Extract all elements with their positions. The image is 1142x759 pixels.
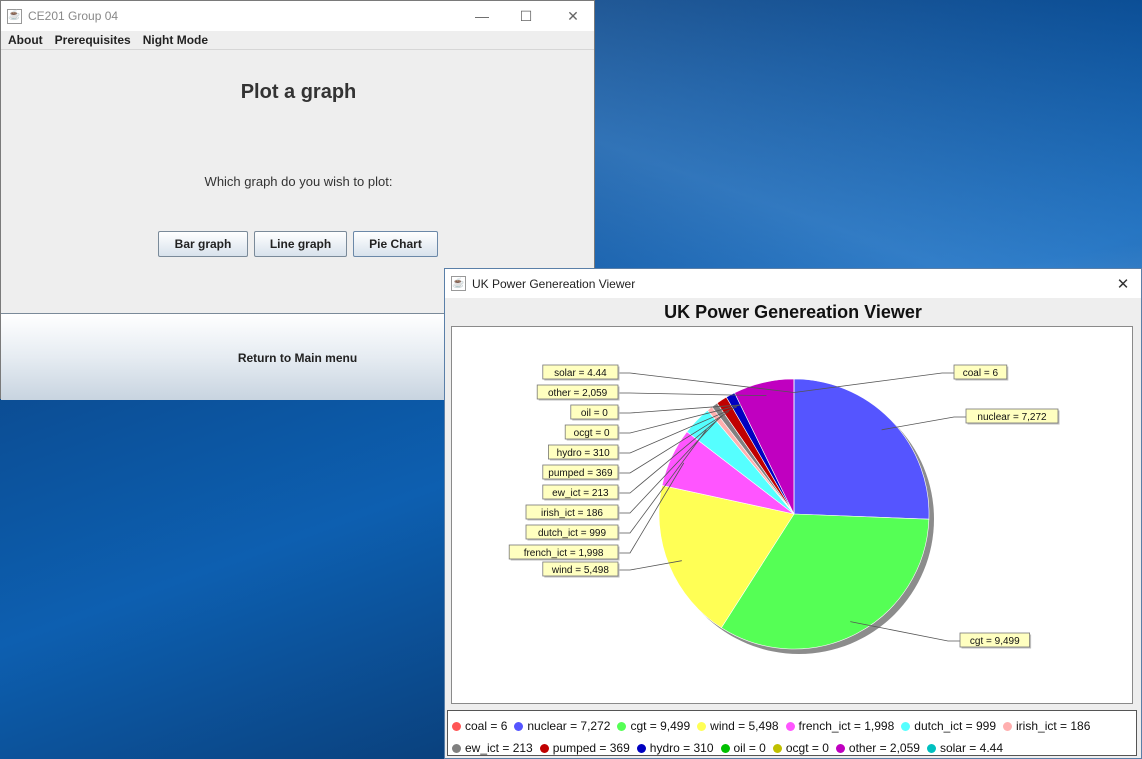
label-text-wind: wind = 5,498 <box>551 565 609 576</box>
legend-item-wind: wind = 5,498 <box>697 719 779 733</box>
menu-night-mode[interactable]: Night Mode <box>143 33 208 47</box>
legend-item-cgt: cgt = 9,499 <box>617 719 690 733</box>
chart-window-title: UK Power Genereation Viewer <box>472 276 636 291</box>
graph-question-label: Which graph do you wish to plot: <box>204 174 393 189</box>
legend-swatch <box>452 743 461 753</box>
line-graph-button[interactable]: Line graph <box>254 231 347 257</box>
legend-label: cgt = 9,499 <box>630 719 691 733</box>
legend-item-ew-ict: ew_ict = 213 <box>452 741 533 755</box>
legend-label: wind = 5,498 <box>710 719 779 733</box>
legend-label: nuclear = 7,272 <box>527 719 611 733</box>
legend-row: ew_ict = 213 pumped = 369 hydro = 310 oil =… <box>452 737 1132 759</box>
minimize-icon[interactable]: — <box>459 1 505 31</box>
java-app-icon: ☕ <box>451 276 466 291</box>
main-window-titlebar: ☕ CE201 Group 04 — ☐ ✕ <box>1 1 594 31</box>
legend-swatch <box>835 743 845 753</box>
legend-item-other: other = 2,059 <box>835 741 920 755</box>
legend-label: irish_ict = 186 <box>1016 719 1091 733</box>
label-text-ew-ict: ew_ict = 213 <box>552 488 609 499</box>
label-text-solar: solar = 4.44 <box>554 368 607 379</box>
legend-swatch <box>926 743 936 753</box>
legend-swatch <box>617 721 627 731</box>
page-title: Plot a graph <box>240 81 357 103</box>
legend-item-oil: oil = 0 <box>720 741 766 755</box>
legend-swatch <box>901 721 911 731</box>
legend-swatch <box>1003 721 1013 731</box>
legend-label: dutch_ict = 999 <box>914 719 997 733</box>
label-text-nuclear: nuclear = 7,272 <box>977 412 1047 423</box>
menu-about[interactable]: About <box>8 33 43 47</box>
chart-window: ☕ UK Power Genereation Viewer ✕ UK Power… <box>444 268 1142 759</box>
legend-swatch <box>697 721 707 731</box>
legend-label: oil = 0 <box>733 741 766 755</box>
label-text-pumped: pumped = 369 <box>548 468 613 479</box>
legend-label: hydro = 310 <box>649 741 714 755</box>
java-app-icon: ☕ <box>7 8 22 24</box>
label-text-irish-ict: irish_ict = 186 <box>541 508 603 519</box>
legend-label: other = 2,059 <box>848 741 920 755</box>
legend-swatch <box>785 721 795 731</box>
close-icon[interactable]: ✕ <box>550 1 596 31</box>
legend-label: coal = 6 <box>465 719 508 733</box>
return-main-menu-label: Return to Main menu <box>237 351 358 365</box>
legend-swatch <box>452 721 461 731</box>
legend-swatch <box>720 743 730 753</box>
bar-graph-button[interactable]: Bar graph <box>158 231 248 257</box>
legend-item-irish-ict: irish_ict = 186 <box>1003 719 1090 733</box>
chart-window-titlebar: ☕ UK Power Genereation Viewer ✕ <box>445 269 1141 298</box>
chart-legend: coal = 6 nuclear = 7,272 cgt = 9,499 wind =… <box>447 710 1137 756</box>
legend-label: ew_ict = 213 <box>465 741 533 755</box>
menu-bar: About Prerequisites Night Mode <box>1 31 594 50</box>
legend-swatch <box>636 743 646 753</box>
pie-chart: coal = 6 nuclear = 7,272 cgt = 9,499 wind =… <box>508 364 1060 654</box>
label-text-coal: coal = 6 <box>963 368 999 379</box>
legend-swatch <box>772 743 782 753</box>
chart-title: UK Power Genereation Viewer <box>664 302 922 322</box>
close-icon[interactable]: ✕ <box>1111 269 1135 298</box>
legend-item-coal: coal = 6 <box>452 719 507 733</box>
label-text-dutch-ict: dutch_ict = 999 <box>538 528 607 539</box>
label-text-hydro: hydro = 310 <box>557 448 611 459</box>
legend-label: pumped = 369 <box>552 741 630 755</box>
pie-slice-nuclear <box>793 378 930 520</box>
menu-prerequisites[interactable]: Prerequisites <box>55 33 131 47</box>
plot-area: coal = 6 nuclear = 7,272 cgt = 9,499 wind =… <box>451 326 1133 704</box>
legend-item-dutch-ict: dutch_ict = 999 <box>901 719 996 733</box>
legend-row: coal = 6 nuclear = 7,272 cgt = 9,499 wind =… <box>452 715 1132 737</box>
legend-label: solar = 4.44 <box>939 741 1003 755</box>
label-text-oil: oil = 0 <box>581 408 608 419</box>
legend-item-ocgt: ocgt = 0 <box>772 741 829 755</box>
main-window-title: CE201 Group 04 <box>28 9 119 23</box>
legend-label: french_ict = 1,998 <box>798 719 895 733</box>
pie-chart-button[interactable]: Pie Chart <box>353 231 438 257</box>
legend-swatch <box>539 743 549 753</box>
legend-item-pumped: pumped = 369 <box>539 741 630 755</box>
label-text-cgt: cgt = 9,499 <box>970 636 1020 647</box>
legend-item-nuclear: nuclear = 7,272 <box>514 719 610 733</box>
maximize-icon[interactable]: ☐ <box>503 1 549 31</box>
label-text-french-ict: french_ict = 1,998 <box>524 548 604 559</box>
legend-item-hydro: hydro = 310 <box>636 741 714 755</box>
legend-item-french-ict: french_ict = 1,998 <box>785 719 895 733</box>
label-text-other: other = 2,059 <box>548 388 608 399</box>
label-text-ocgt: ocgt = 0 <box>574 428 610 439</box>
legend-label: ocgt = 0 <box>785 741 829 755</box>
legend-item-solar: solar = 4.44 <box>926 741 1003 755</box>
legend-swatch <box>514 721 524 731</box>
